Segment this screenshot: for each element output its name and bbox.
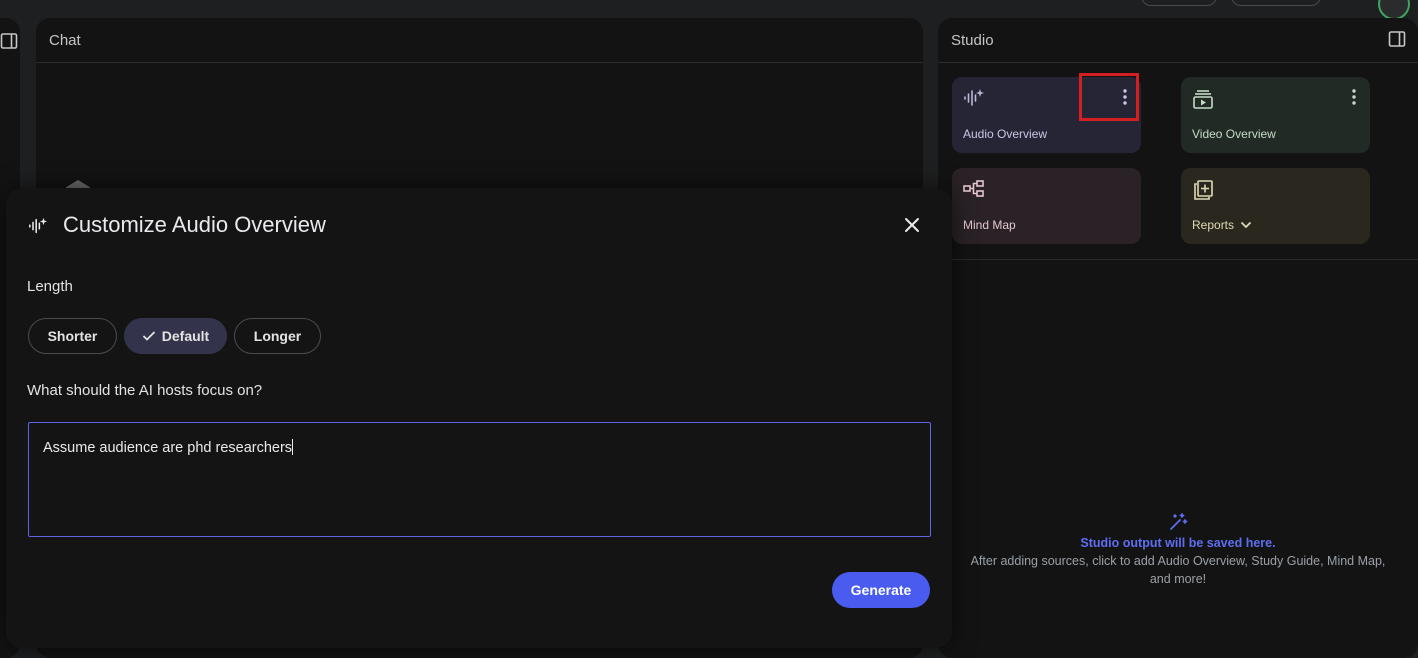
empty-title: Studio output will be saved here. [1080, 536, 1276, 550]
mind-map-icon [963, 179, 985, 204]
magic-wand-icon [1170, 513, 1188, 530]
avatar[interactable] [1378, 0, 1410, 20]
customize-audio-modal: Customize Audio Overview Length Shorter … [6, 188, 952, 648]
focus-value: Assume audience are phd researchers [43, 440, 293, 456]
divider [938, 259, 1418, 260]
focus-text: Assume audience are phd researchers [43, 439, 294, 456]
panel-toggle-icon[interactable] [1388, 30, 1406, 53]
mind-map-card[interactable]: Mind Map [952, 168, 1141, 244]
length-default-button[interactable]: Default [124, 318, 227, 354]
generate-button[interactable]: Generate [832, 572, 930, 608]
card-label: Reports [1192, 218, 1252, 232]
option-label: Shorter [47, 328, 98, 344]
highlight-box [1079, 73, 1139, 121]
divider [36, 62, 923, 63]
card-label: Video Overview [1192, 127, 1276, 141]
length-longer-button[interactable]: Longer [234, 318, 321, 354]
reports-card[interactable]: Reports [1181, 168, 1370, 244]
modal-title: Customize Audio Overview [63, 212, 326, 237]
text-caret [292, 439, 294, 455]
close-icon[interactable] [902, 215, 922, 240]
option-label: Default [161, 328, 210, 344]
chat-title: Chat [49, 32, 81, 49]
empty-description: After adding sources, click to add Audio… [970, 554, 1386, 586]
chevron-down-icon[interactable] [1240, 221, 1252, 229]
more-vert-icon[interactable] [1352, 89, 1356, 110]
check-icon [142, 331, 155, 341]
panel-toggle-icon[interactable] [0, 32, 18, 55]
top-bar [0, 0, 1418, 20]
video-overview-card[interactable]: Video Overview [1181, 77, 1370, 153]
focus-label: What should the AI hosts focus on? [27, 382, 263, 399]
video-icon [1192, 88, 1214, 115]
reports-label: Reports [1192, 218, 1235, 232]
reports-icon [1192, 179, 1214, 206]
option-label: Longer [253, 328, 302, 344]
length-label: Length [27, 278, 73, 295]
top-bar-button[interactable] [1231, 0, 1321, 6]
studio-panel: Studio Audio Overview Video Overview Min… [938, 18, 1418, 658]
top-bar-button[interactable] [1141, 0, 1217, 6]
audio-sparkle-icon [963, 88, 985, 113]
card-label: Audio Overview [963, 127, 1048, 141]
focus-textarea[interactable]: Assume audience are phd researchers [28, 422, 931, 537]
studio-empty-state: Studio output will be saved here. After … [938, 512, 1418, 588]
card-label: Mind Map [963, 218, 1016, 232]
audio-sparkle-icon [28, 216, 48, 241]
studio-title: Studio [951, 32, 994, 49]
divider [938, 62, 1418, 63]
length-shorter-button[interactable]: Shorter [28, 318, 117, 354]
